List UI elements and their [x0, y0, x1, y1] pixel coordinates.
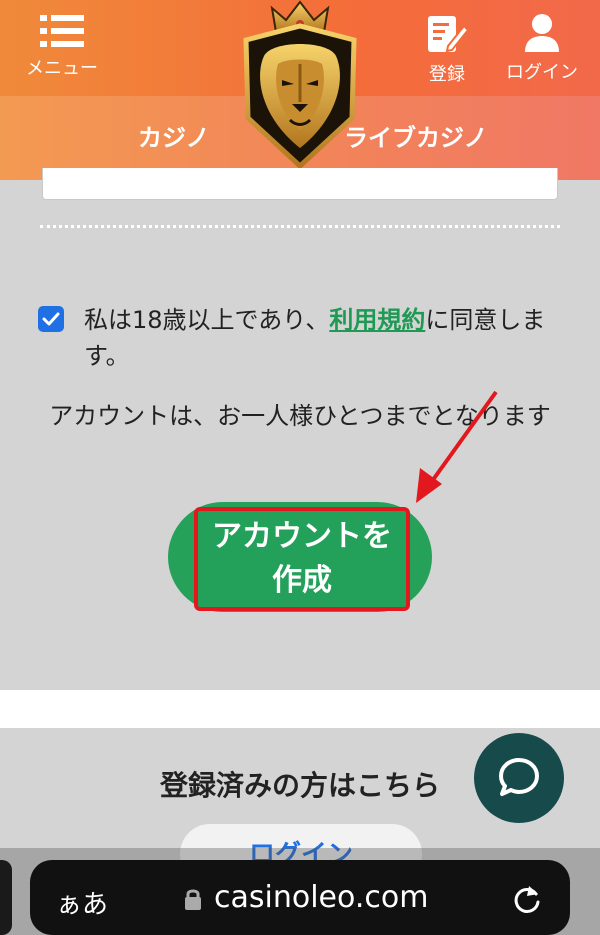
chat-button[interactable] — [474, 733, 564, 823]
age-terms-checkbox[interactable] — [38, 306, 64, 332]
chat-bubble-icon — [499, 758, 539, 796]
age-terms-agreement: 私は18歳以上であり、利用規約に同意します。 — [38, 302, 568, 374]
menu-label: メニュー — [26, 58, 98, 79]
login-header-button[interactable]: ログイン — [506, 14, 578, 84]
lock-icon — [185, 889, 201, 910]
age-check-text-before: 私は18歳以上であり、 — [84, 306, 330, 334]
previous-input-field[interactable] — [42, 168, 558, 200]
reload-icon[interactable] — [512, 882, 542, 914]
address-bar[interactable]: ぁあ casinoleo.com — [30, 860, 570, 935]
register-pen-icon — [428, 16, 468, 53]
terms-of-use-link[interactable]: 利用規約 — [329, 306, 425, 334]
tab-casino[interactable]: カジノ — [138, 118, 210, 153]
url-domain: casinoleo.com — [214, 880, 429, 915]
user-icon — [525, 14, 559, 52]
login-label: ログイン — [506, 62, 578, 83]
reader-options-button[interactable]: ぁあ — [56, 884, 108, 921]
register-label: 登録 — [429, 64, 465, 85]
section-divider — [0, 690, 600, 728]
register-button[interactable]: 登録 — [426, 14, 468, 86]
age-terms-text: 私は18歳以上であり、利用規約に同意します。 — [84, 302, 568, 374]
dotted-divider — [40, 225, 560, 228]
one-account-notice: アカウントは、お一人様ひとつまでとなります — [49, 402, 551, 430]
hamburger-icon — [40, 15, 84, 47]
lion-logo[interactable] — [242, 0, 358, 168]
tab-live-casino[interactable]: ライブカジノ — [344, 118, 488, 153]
checkmark-icon — [42, 312, 60, 326]
previous-tab-edge[interactable] — [0, 860, 12, 935]
site-header: メニュー 登録 ログイン カジノ ライブカジノ — [0, 0, 600, 180]
menu-button[interactable]: メニュー — [26, 14, 98, 80]
create-account-button[interactable]: アカウントを作成 — [194, 507, 410, 611]
